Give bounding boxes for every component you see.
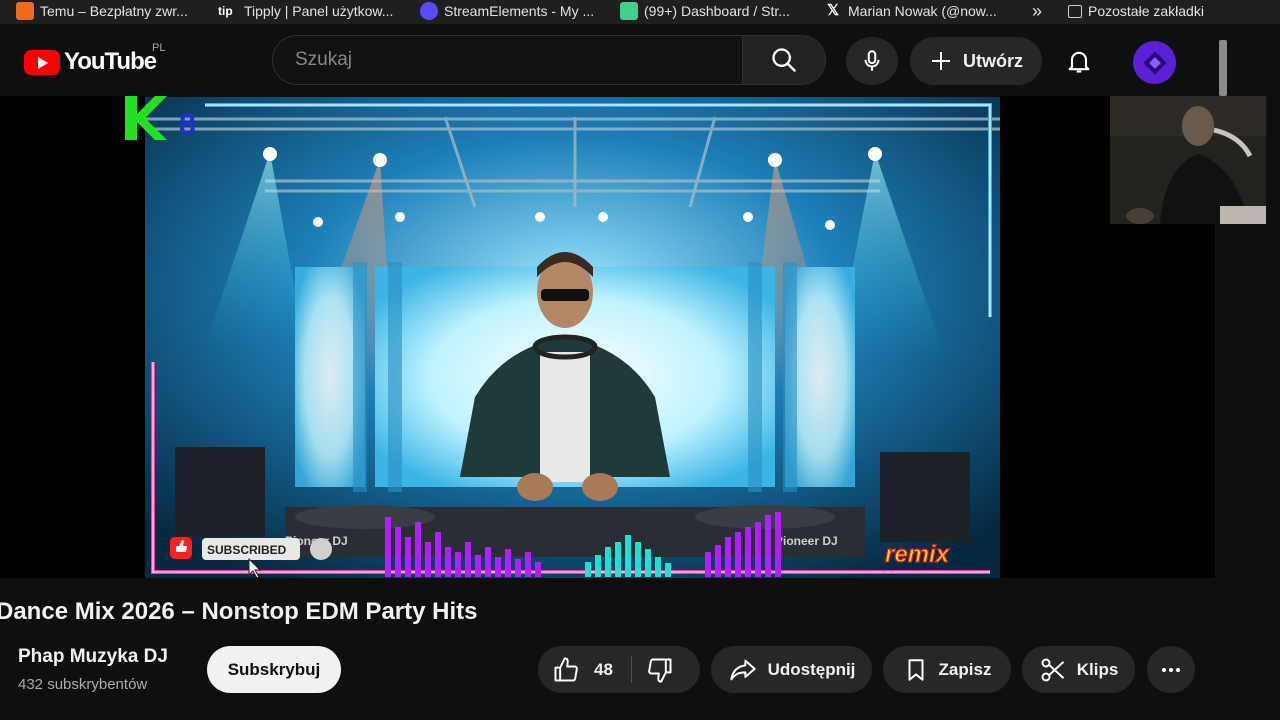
bookmark-label: (99+) Dashboard / Str...	[644, 3, 790, 19]
more-horizontal-icon	[1162, 667, 1180, 672]
search-icon	[772, 48, 796, 72]
svg-text:8: 8	[179, 108, 196, 141]
webcam-overlay	[1110, 96, 1266, 224]
webcam-feed	[1110, 96, 1266, 224]
like-count: 48	[594, 659, 613, 679]
page-scrollbar[interactable]	[1219, 40, 1227, 96]
create-label: Utwórz	[963, 50, 1023, 71]
tipply-icon: tip	[218, 2, 238, 20]
subscribed-badge: SUBSCRIBED	[207, 543, 287, 557]
channel-name[interactable]: Phap Muzyka DJ	[18, 646, 168, 668]
microphone-icon	[864, 50, 880, 71]
bookmark-icon	[908, 658, 924, 681]
account-avatar[interactable]	[1133, 41, 1176, 84]
logo-text: YouTube	[64, 48, 157, 75]
youtube-logo[interactable]: YouTube PL	[24, 42, 165, 76]
plus-icon	[932, 52, 950, 70]
temu-icon	[16, 2, 34, 20]
bookmark-x-profile[interactable]: 𝕏 Marian Nowak (@now...	[824, 0, 997, 22]
streamelements-icon	[420, 2, 438, 20]
more-bookmarks-icon: »	[1032, 0, 1043, 21]
scissors-icon	[1041, 658, 1064, 681]
search-box	[272, 35, 742, 85]
like-button[interactable]: 48	[552, 646, 613, 693]
avatar-emblem-icon	[1142, 50, 1167, 75]
youtube-play-icon	[24, 49, 60, 75]
kick-icon	[620, 2, 638, 20]
subscriber-count: 432 subskrybentów	[18, 676, 148, 693]
remix-badge: remix	[885, 541, 951, 568]
country-code: PL	[152, 42, 166, 54]
like-dislike-group: 48	[538, 646, 700, 693]
more-bookmarks-button[interactable]: »	[1032, 0, 1042, 22]
k8-logo-icon: 8	[125, 96, 196, 141]
like-divider	[631, 656, 632, 683]
clip-label: Klips	[1076, 659, 1119, 679]
bookmark-streamelements[interactable]: StreamElements - My ...	[420, 0, 594, 22]
bookmark-tipply[interactable]: tip Tipply | Panel użytkow...	[218, 0, 393, 22]
share-label: Udostępnij	[767, 659, 856, 679]
bookmark-label: Tipply | Panel użytkow...	[244, 3, 394, 19]
voice-search-button[interactable]	[846, 37, 898, 85]
create-button[interactable]: Utwórz	[910, 37, 1042, 85]
other-bookmarks-folder[interactable]: Pozostałe zakładki	[1068, 0, 1204, 22]
bookmark-label: Temu – Bezpłatny zwr...	[40, 3, 188, 19]
clip-button[interactable]: Klips	[1022, 646, 1135, 693]
video-player[interactable]: Pioneer DJ Pioneer DJ SUBSCRIBED remix	[145, 97, 1000, 578]
folder-icon	[1068, 4, 1082, 18]
share-icon	[729, 659, 756, 680]
bell-icon	[1068, 51, 1090, 73]
player-letterbox-left	[0, 96, 145, 578]
masthead: YouTube PL Utwórz	[0, 24, 1280, 96]
video-title: Dance Mix 2026 – Nonstop EDM Party Hits	[0, 598, 478, 625]
bookmark-label: StreamElements - My ...	[444, 3, 595, 19]
share-button[interactable]: Udostępnij	[711, 646, 872, 693]
bookmarks-bar: Temu – Bezpłatny zwr... tip Tipply | Pan…	[0, 0, 1280, 24]
more-actions-button[interactable]	[1147, 646, 1195, 693]
dislike-button[interactable]	[646, 646, 674, 693]
search-input[interactable]	[293, 48, 717, 72]
thumbs-down-icon	[648, 658, 672, 683]
save-label: Zapisz	[938, 659, 992, 679]
channel-overlay-logo: 8	[125, 96, 205, 142]
thumbs-up-icon	[554, 656, 578, 681]
bookmark-label: Pozostałe zakładki	[1088, 3, 1204, 19]
bookmark-label: Marian Nowak (@now...	[848, 3, 997, 19]
video-frame: Pioneer DJ Pioneer DJ SUBSCRIBED remix	[145, 97, 1000, 578]
deck-label-right: Pioneer DJ	[775, 534, 838, 548]
search-button[interactable]	[742, 35, 826, 85]
subscribe-button[interactable]: Subskrybuj	[207, 646, 341, 693]
save-button[interactable]: Zapisz	[883, 646, 1011, 693]
x-icon: 𝕏	[826, 2, 840, 19]
notifications-button[interactable]	[1058, 40, 1100, 82]
bookmark-temu[interactable]: Temu – Bezpłatny zwr...	[16, 0, 188, 22]
bookmark-dashboard[interactable]: (99+) Dashboard / Str...	[620, 0, 790, 22]
